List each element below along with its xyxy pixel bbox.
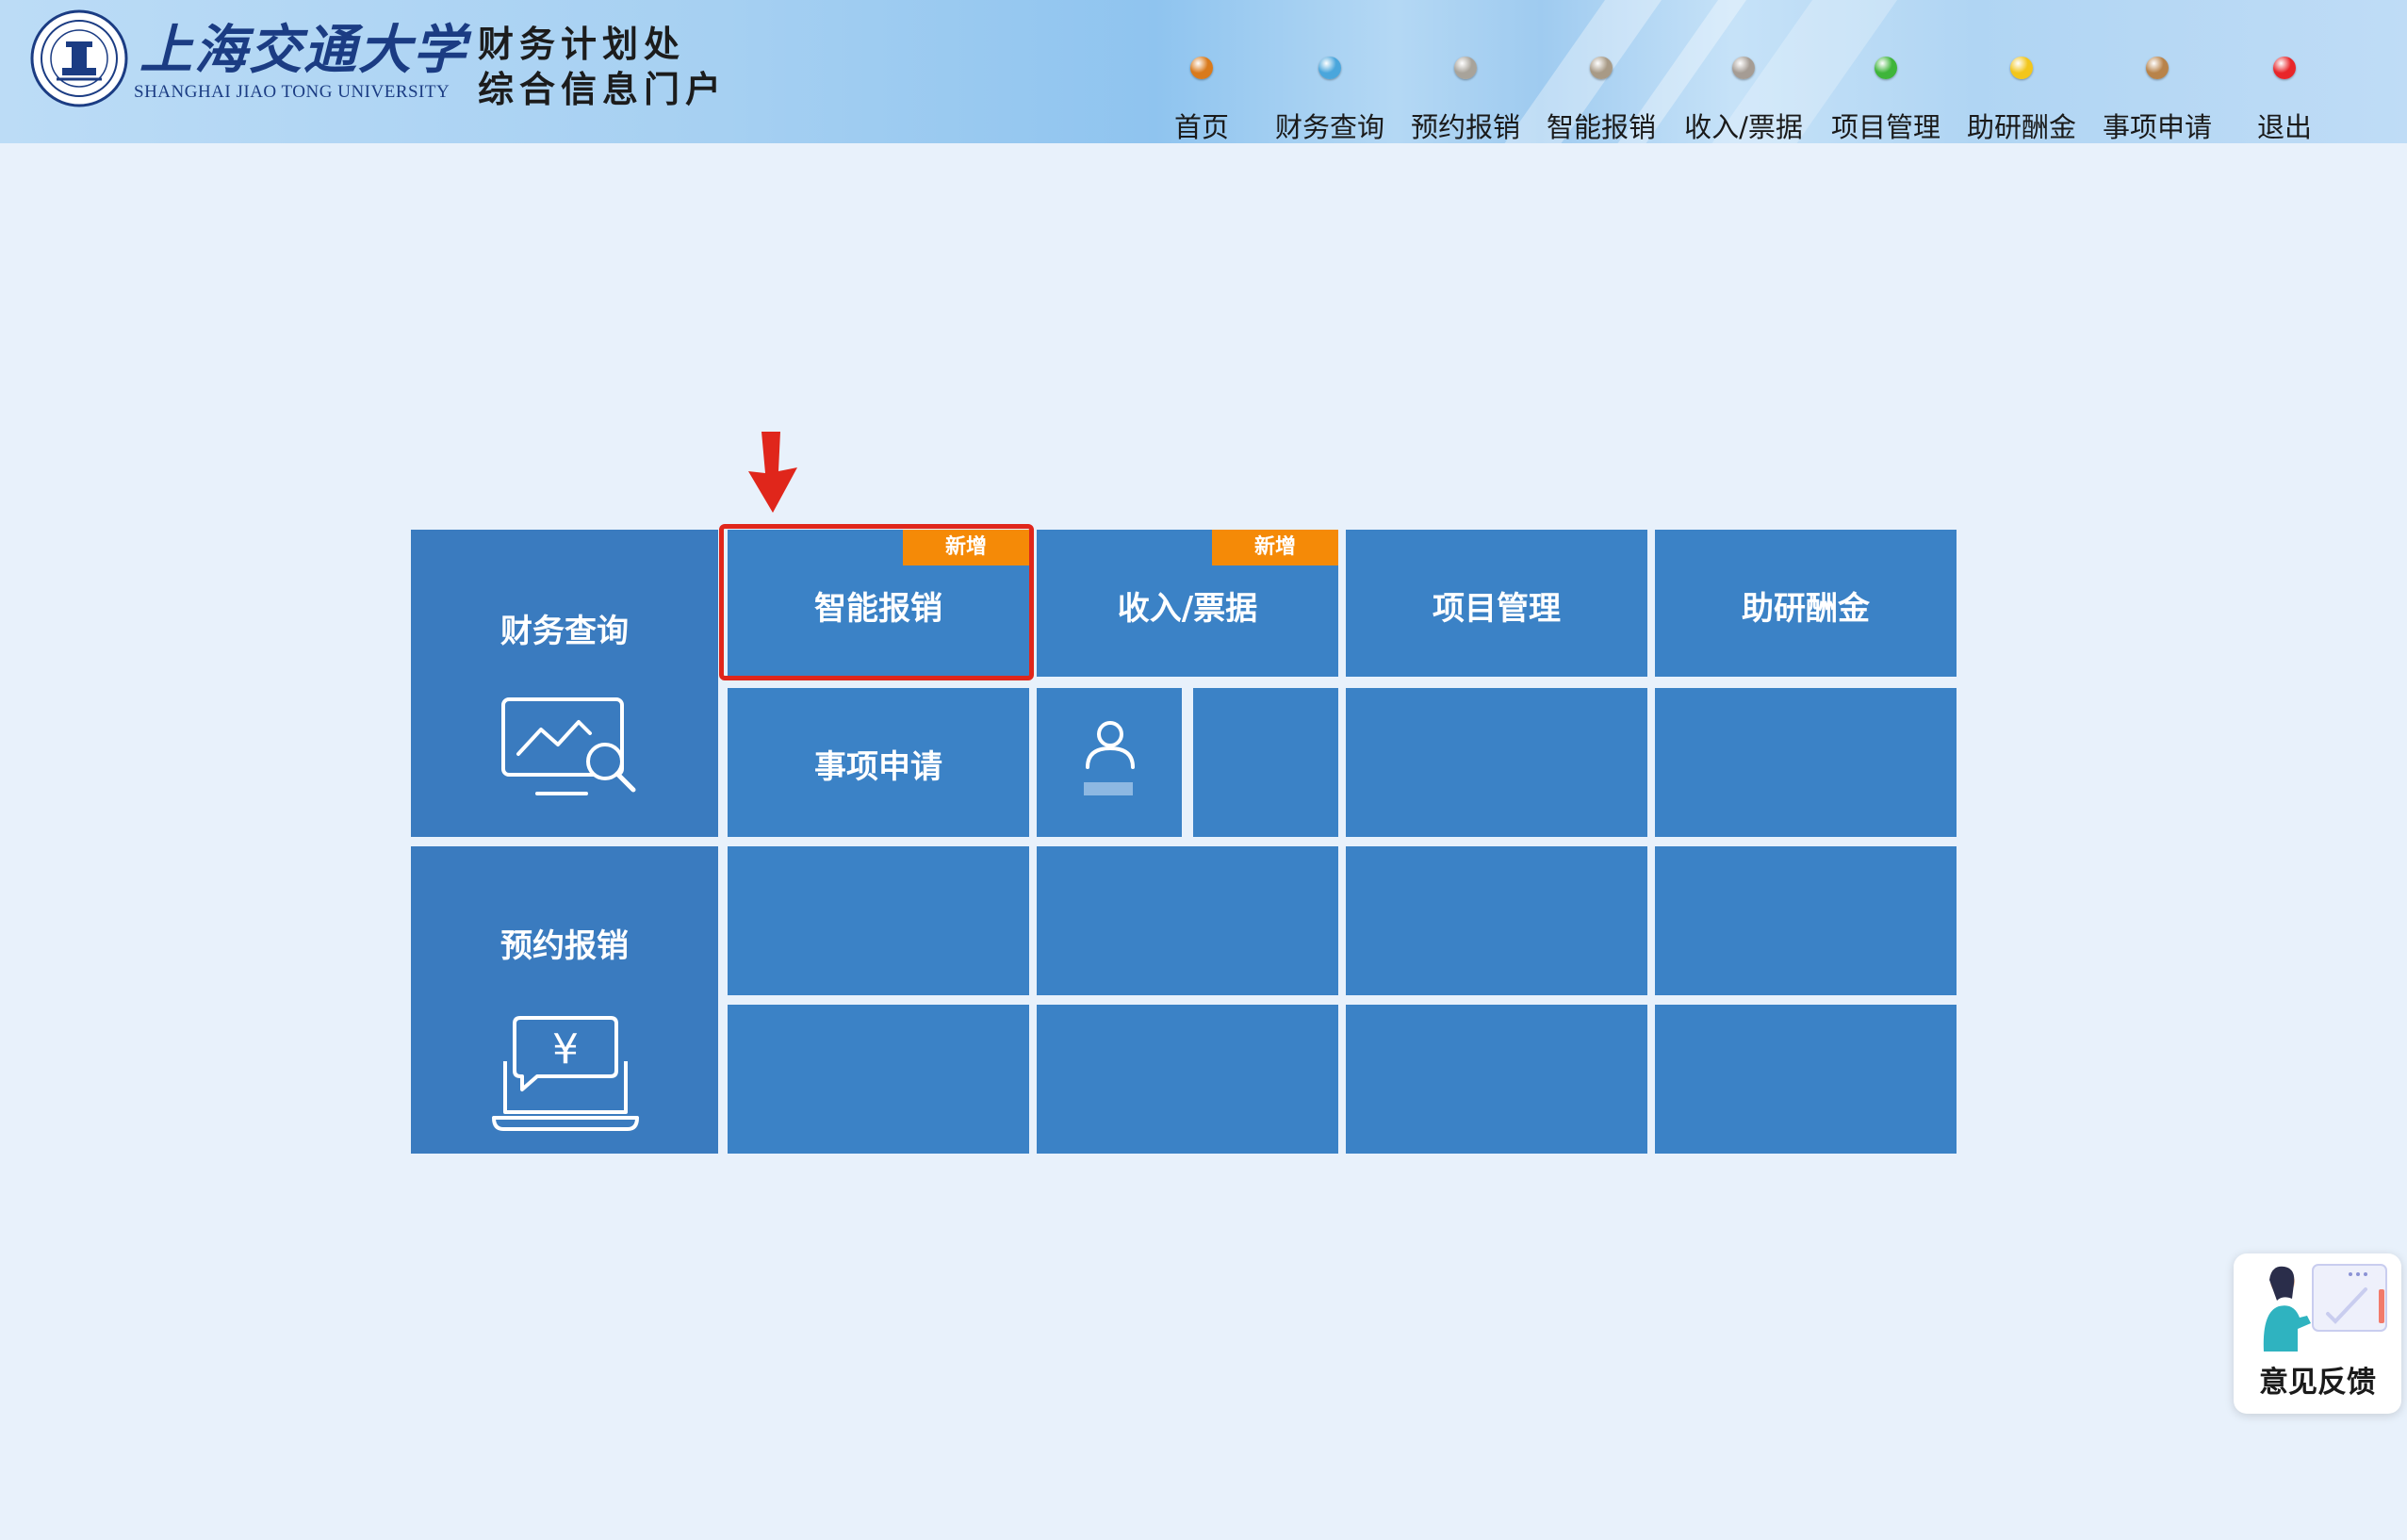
nav-item-appointment-reimbursement[interactable]: 预约报销 <box>1406 51 1525 143</box>
tile-label: 智能报销 <box>814 590 942 628</box>
tile-blank[interactable] <box>728 1005 1029 1154</box>
tile-blank[interactable] <box>1655 846 1957 995</box>
nav-dot-icon <box>1318 57 1341 79</box>
nav-label: 收入/票据 <box>1684 111 1803 143</box>
nav-item-project-management[interactable]: 项目管理 <box>1826 51 1945 143</box>
tile-label: 助研酬金 <box>1742 590 1870 628</box>
tile-blank[interactable] <box>1655 688 1957 837</box>
feedback-widget[interactable]: 意见反馈 <box>2234 1253 2401 1414</box>
tile-blank[interactable] <box>1037 1005 1338 1154</box>
tile-appointment-reimbursement[interactable]: 预约报销 ¥ <box>411 846 718 1154</box>
tile-label: 事项申请 <box>814 748 942 786</box>
nav-item-finance-query[interactable]: 财务查询 <box>1270 51 1389 143</box>
tile-income-bills[interactable]: 新增 收入/票据 <box>1037 530 1338 677</box>
new-badge: 新增 <box>1212 530 1338 565</box>
tile-user[interactable] <box>1037 688 1182 837</box>
nav-dot-icon <box>2010 57 2033 79</box>
tile-finance-query[interactable]: 财务查询 <box>411 530 718 837</box>
tile-blank[interactable] <box>1346 1005 1647 1154</box>
tile-blank[interactable] <box>728 846 1029 995</box>
chart-search-icon <box>501 697 636 795</box>
nav-label: 预约报销 <box>1410 111 1520 143</box>
tile-label: 收入/票据 <box>1117 590 1258 628</box>
tile-label: 预约报销 <box>500 927 629 965</box>
nav-dot-icon <box>1732 57 1755 79</box>
yen-laptop-icon: ¥ <box>492 1016 639 1131</box>
nav-label: 退出 <box>2256 111 2312 143</box>
nav-item-income-bills[interactable]: 收入/票据 <box>1679 51 1808 143</box>
tile-blank[interactable] <box>1037 846 1338 995</box>
feedback-illustration-icon <box>2263 1264 2387 1352</box>
tile-matter-application[interactable]: 事项申请 <box>728 688 1029 837</box>
university-seal-logo <box>30 9 128 107</box>
nav-dot-icon <box>1454 57 1477 79</box>
new-badge: 新增 <box>903 530 1029 565</box>
user-icon <box>1086 721 1135 769</box>
tile-project-management[interactable]: 项目管理 <box>1346 530 1647 677</box>
tile-blank[interactable] <box>1655 1005 1957 1154</box>
nav-dot-icon <box>1590 57 1613 79</box>
svg-text:¥: ¥ <box>552 1025 579 1073</box>
nav-label: 首页 <box>1173 111 1229 143</box>
header-banner: 上海交通大学 SHANGHAI JIAO TONG UNIVERSITY 财务计… <box>0 0 2407 143</box>
tile-smart-reimbursement[interactable]: 新增 智能报销 <box>728 530 1029 677</box>
nav-label: 智能报销 <box>1546 111 1656 143</box>
nav-dot-icon <box>2146 57 2169 79</box>
portal-title-line1: 财务计划处 <box>478 23 686 65</box>
tile-label: 项目管理 <box>1433 590 1561 628</box>
nav-item-research-pay[interactable]: 助研酬金 <box>1962 51 2081 143</box>
nav-dot-icon <box>1875 57 1897 79</box>
nav-label: 助研酬金 <box>1966 111 2076 143</box>
feedback-label: 意见反馈 <box>2259 1366 2376 1400</box>
tile-label: 财务查询 <box>500 613 629 650</box>
user-name-redacted <box>1084 782 1133 795</box>
nav-item-smart-reimbursement[interactable]: 智能报销 <box>1542 51 1661 143</box>
university-name: 上海交通大学 <box>139 19 467 81</box>
nav-dot-icon <box>1190 57 1213 79</box>
nav-label: 项目管理 <box>1830 111 1940 143</box>
red-arrow-icon <box>748 432 797 513</box>
nav-item-matter-application[interactable]: 事项申请 <box>2098 51 2217 143</box>
nav-item-logout[interactable]: 退出 <box>2249 51 2320 143</box>
nav-dot-icon <box>2273 57 2296 79</box>
nav-label: 事项申请 <box>2102 111 2212 143</box>
nav-item-home[interactable]: 首页 <box>1166 51 1237 143</box>
university-name-english: SHANGHAI JIAO TONG UNIVERSITY <box>134 82 450 102</box>
tile-blank[interactable] <box>1346 846 1647 995</box>
nav-label: 财务查询 <box>1274 111 1384 143</box>
tile-blank[interactable] <box>1346 688 1647 837</box>
tile-research-pay[interactable]: 助研酬金 <box>1655 530 1957 677</box>
portal-title-line2: 综合信息门户 <box>478 68 728 110</box>
tile-blank[interactable] <box>1193 688 1338 837</box>
